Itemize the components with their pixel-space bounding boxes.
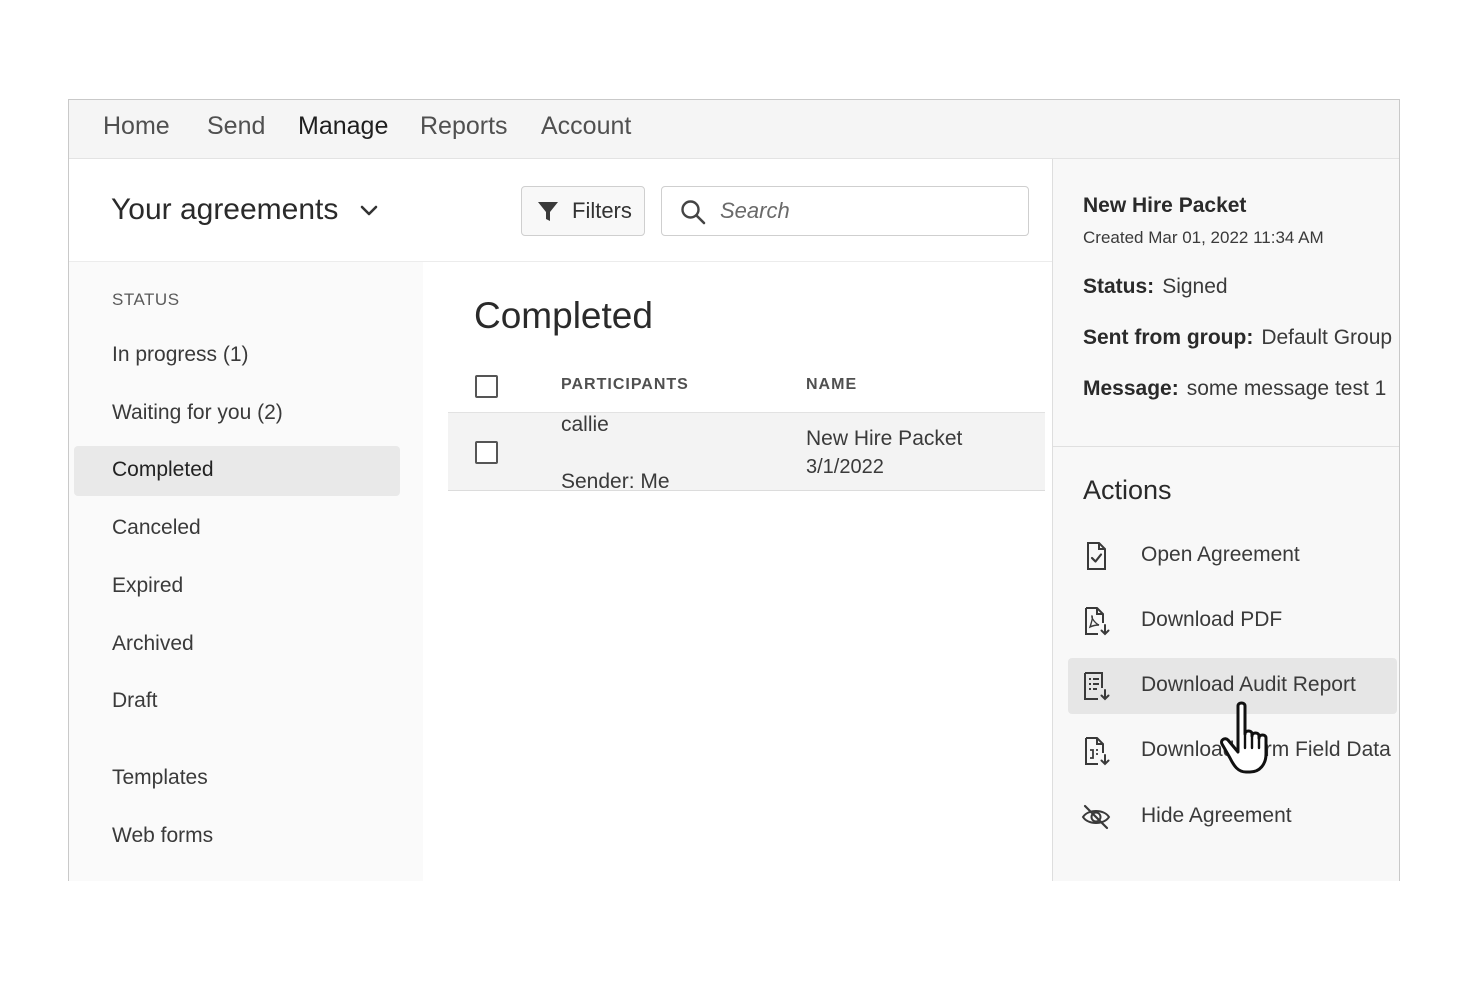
nav-manage[interactable]: Manage [298,112,388,141]
message-key: Message: [1083,377,1179,400]
sidebar-item-label: Completed [112,458,214,481]
agreements-list: Completed PARTICIPANTS NAME callie Sende… [423,262,1052,881]
sidebar-item-waiting[interactable]: Waiting for you (2) [74,389,400,439]
participant-name: callie [561,413,609,436]
status-sidebar: STATUS In progress (1) Waiting for you (… [69,262,423,881]
sidebar-item-label: Templates [112,766,208,789]
sidebar-item-templates[interactable]: Templates [74,754,400,804]
status-key: Status: [1083,275,1155,298]
top-nav: Home Send Manage Reports Account [69,100,1399,159]
open-agreement-action[interactable]: Open Agreement [1068,528,1397,584]
sidebar-item-label: Waiting for you (2) [112,401,283,424]
form-data-download-icon [1085,737,1110,766]
action-label: Download Audit Report [1141,673,1356,696]
agreement-name: New Hire Packet [806,427,963,450]
divider [1053,446,1399,447]
sidebar-item-canceled[interactable]: Canceled [74,504,400,554]
pdf-download-icon [1085,607,1110,636]
group-key: Sent from group: [1083,326,1254,349]
row-checkbox[interactable] [475,441,498,464]
status-value: Signed [1162,275,1228,298]
sidebar-item-label: Draft [112,689,158,712]
message-line: Message: some message test 1 [1083,377,1386,401]
nav-home[interactable]: Home [103,112,170,141]
sidebar-item-label: Web forms [112,824,214,847]
hand-cursor-icon [1220,701,1268,774]
status-heading: STATUS [112,290,180,309]
nav-send[interactable]: Send [207,112,265,141]
action-label: Download PDF [1141,608,1283,631]
sidebar-item-expired[interactable]: Expired [74,562,400,612]
page-title: Completed [474,295,653,336]
action-label: Open Agreement [1141,543,1300,566]
filters-button[interactable]: Filters [521,186,645,236]
sidebar-item-in-progress[interactable]: In progress (1) [74,331,400,381]
download-pdf-action[interactable]: Download PDF [1068,593,1397,649]
sidebar-item-archived[interactable]: Archived [74,620,400,670]
select-all-checkbox[interactable] [475,375,498,398]
actions-heading: Actions [1083,475,1172,505]
audit-report-download-icon [1084,672,1110,701]
nav-reports[interactable]: Reports [420,112,508,141]
sidebar-item-label: Archived [112,632,194,655]
search-box[interactable] [661,186,1029,236]
app-window: Home Send Manage Reports Account Your ag… [68,99,1400,881]
header-bar: Your agreements Filters [69,159,1052,262]
created-timestamp: Created Mar 01, 2022 11:34 AM [1083,228,1324,247]
column-header-participants[interactable]: PARTICIPANTS [561,376,689,394]
group-line: Sent from group: Default Group [1083,326,1392,350]
agreement-title: New Hire Packet [1083,194,1247,217]
sidebar-item-web-forms[interactable]: Web forms [74,812,400,862]
sidebar-item-label: Canceled [112,516,201,539]
message-value: some message test 1 [1186,377,1387,400]
table-row[interactable]: callie Sender: Me New Hire Packet 3/1/20… [448,412,1045,493]
nav-account[interactable]: Account [541,112,631,141]
sender-label: Sender: Me [561,470,670,493]
hide-agreement-action[interactable]: Hide Agreement [1068,789,1397,845]
agreements-dropdown[interactable]: Your agreements [111,193,338,227]
sidebar-item-label: Expired [112,574,184,597]
group-value: Default Group [1261,326,1393,349]
column-header-name[interactable]: NAME [806,376,857,394]
search-icon [681,200,706,225]
filter-icon [538,202,558,221]
chevron-down-icon[interactable] [359,203,379,219]
sidebar-item-draft[interactable]: Draft [74,677,400,727]
sidebar-item-completed[interactable]: Completed [74,446,400,496]
agreement-date: 3/1/2022 [806,456,884,478]
sidebar-item-label: In progress (1) [112,343,249,366]
search-input[interactable] [718,195,1012,227]
filters-label: Filters [572,198,632,223]
status-line: Status: Signed [1083,275,1228,299]
document-check-icon [1087,542,1106,570]
action-label: Hide Agreement [1141,804,1292,827]
eye-hidden-icon [1081,804,1111,830]
